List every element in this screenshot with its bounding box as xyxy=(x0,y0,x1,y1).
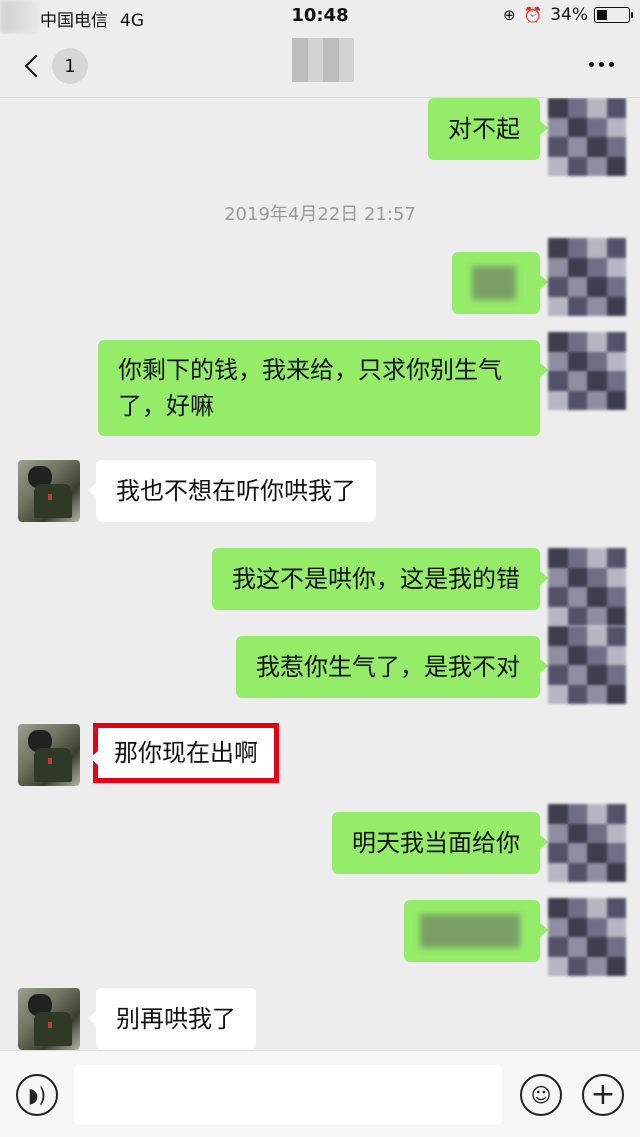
message-input[interactable] xyxy=(74,1065,502,1125)
plus-icon[interactable]: + xyxy=(582,1074,624,1116)
unread-badge: 1 xyxy=(52,48,88,84)
message-bubble-sent-blurred[interactable] xyxy=(404,900,548,962)
contact-avatar[interactable] xyxy=(18,724,80,786)
contact-avatar[interactable] xyxy=(18,988,80,1050)
back-chevron-icon xyxy=(24,54,48,78)
my-avatar[interactable] xyxy=(548,804,626,882)
input-bar: ◗) ☺ + xyxy=(0,1050,640,1137)
my-avatar[interactable] xyxy=(548,626,626,704)
alarm-icon: ⏰ xyxy=(523,6,543,24)
nav-bar: 1 xyxy=(0,34,640,98)
blurred-content xyxy=(420,914,520,948)
my-avatar[interactable] xyxy=(548,898,626,976)
message-bubble-sent[interactable]: 我惹你生气了，是我不对 xyxy=(236,636,548,698)
contact-name-blurred xyxy=(292,38,354,82)
back-button[interactable]: 1 xyxy=(18,48,88,84)
voice-icon[interactable]: ◗) xyxy=(16,1074,58,1116)
chat-area[interactable]: 对不起 2019年4月22日 21:57 你剩下的钱，我来给，只求你别生气了，好… xyxy=(0,98,640,1050)
more-icon[interactable] xyxy=(589,62,614,67)
my-avatar[interactable] xyxy=(548,548,626,626)
status-right: ⊕ ⏰ 34% xyxy=(502,5,633,25)
my-avatar[interactable] xyxy=(548,98,626,176)
message-bubble-sent-blurred[interactable] xyxy=(452,252,548,314)
message-bubble-sent[interactable]: 明天我当面给你 xyxy=(332,812,548,874)
chat-timestamp: 2019年4月22日 21:57 xyxy=(224,204,416,225)
contact-avatar[interactable] xyxy=(18,460,80,522)
message-bubble-received[interactable]: 别再哄我了 xyxy=(88,988,256,1050)
message-bubble-sent[interactable]: 你剩下的钱，我来给，只求你别生气了，好嘛 xyxy=(98,340,548,436)
orientation-lock-icon: ⊕ xyxy=(502,6,516,24)
message-bubble-sent[interactable]: 对不起 xyxy=(428,98,548,160)
emoji-icon[interactable]: ☺ xyxy=(520,1074,562,1116)
battery-percent: 34% xyxy=(550,5,588,25)
my-avatar[interactable] xyxy=(548,332,626,410)
battery-icon xyxy=(594,7,633,23)
blurred-content xyxy=(472,266,516,300)
my-avatar[interactable] xyxy=(548,238,626,316)
message-bubble-received-highlighted[interactable]: 那你现在出啊 xyxy=(90,723,279,783)
message-bubble-received[interactable]: 我也不想在听你哄我了 xyxy=(88,460,376,522)
status-bar: 中国电信 4G 10:48 ⊕ ⏰ 34% xyxy=(0,0,640,34)
message-bubble-sent[interactable]: 我这不是哄你，这是我的错 xyxy=(212,548,548,610)
